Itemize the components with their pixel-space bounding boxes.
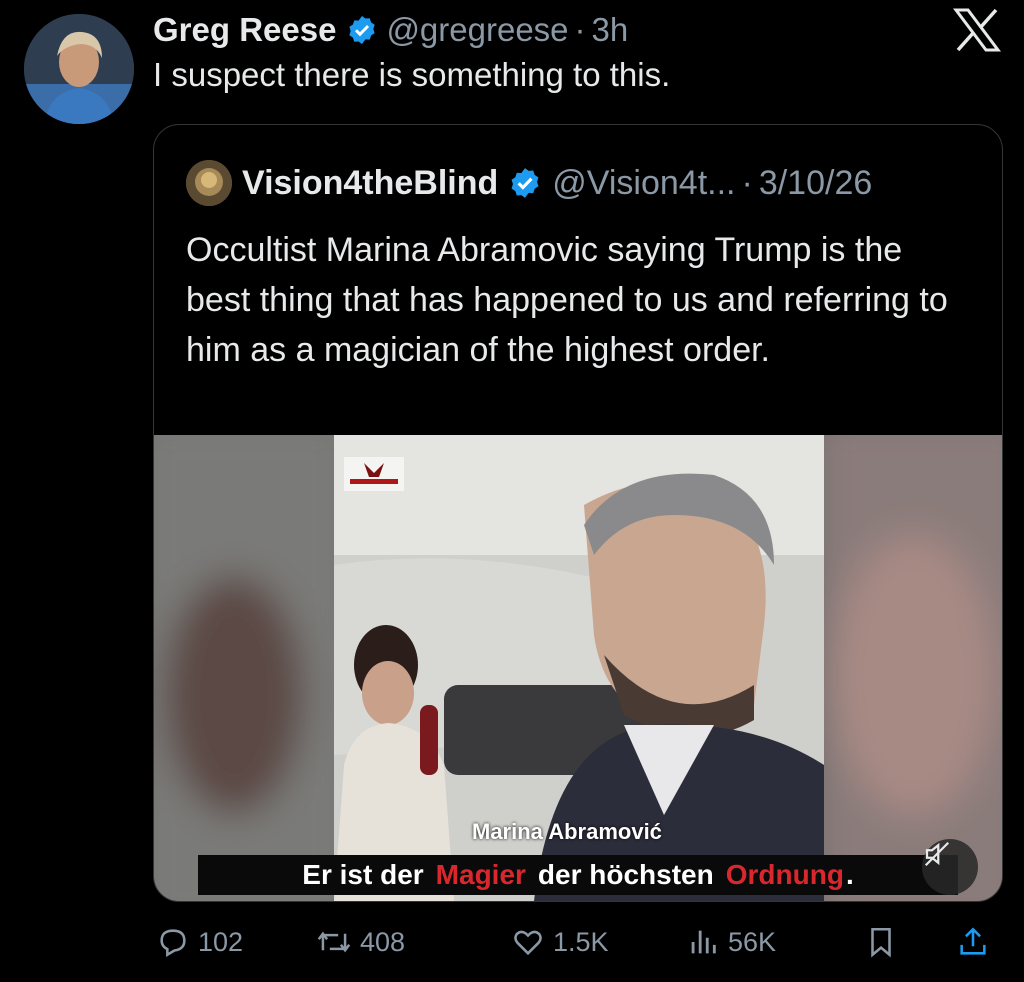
quoted-author-name: Vision4theBlind bbox=[242, 163, 499, 202]
x-logo-icon[interactable] bbox=[952, 8, 1002, 52]
video-name-caption: Marina Abramović bbox=[472, 819, 662, 844]
share-icon bbox=[960, 927, 986, 955]
like-icon bbox=[514, 930, 542, 956]
video-player[interactable]: Marina Abramović Er ist der Magier der h… bbox=[154, 435, 1002, 901]
quoted-tweet[interactable]: Vision4theBlind @Vision4t... · 3/10/26 O… bbox=[153, 124, 1003, 902]
tweet-header: Greg Reese @gregreese · 3h bbox=[153, 8, 628, 52]
quoted-author-handle: @Vision4t... bbox=[552, 163, 736, 202]
repost-icon bbox=[317, 931, 351, 953]
repost-button[interactable]: 408 bbox=[316, 918, 405, 966]
quoted-tweet-text: Occultist Marina Abramovic saying Trump … bbox=[186, 231, 948, 369]
like-count: 1.5K bbox=[553, 926, 609, 957]
subtitle-part: der höchsten bbox=[537, 859, 714, 890]
reply-icon bbox=[160, 929, 186, 958]
subtitle-part: . bbox=[845, 859, 854, 890]
quoted-tweet-date: 3/10/26 bbox=[758, 163, 873, 202]
views-count: 56K bbox=[728, 926, 777, 957]
verified-icon bbox=[349, 16, 376, 44]
views-icon bbox=[691, 930, 716, 954]
reply-count: 102 bbox=[198, 926, 244, 957]
quoted-author-avatar bbox=[186, 160, 232, 206]
bookmark-button[interactable] bbox=[864, 918, 906, 966]
author-handle[interactable]: @gregreese bbox=[386, 11, 568, 49]
verified-icon bbox=[511, 168, 539, 198]
subtitle-part: Ordnung bbox=[725, 859, 844, 890]
repost-count: 408 bbox=[360, 926, 406, 957]
tweet-text: I suspect there is something to this. bbox=[153, 56, 671, 93]
quoted-tweet-header: Vision4theBlind @Vision4t... · 3/10/26 bbox=[186, 157, 872, 209]
mute-icon bbox=[924, 841, 950, 867]
separator-dot: · bbox=[741, 163, 753, 202]
author-avatar[interactable] bbox=[24, 14, 134, 124]
author-name[interactable]: Greg Reese bbox=[153, 11, 336, 49]
like-button[interactable]: 1.5K bbox=[511, 918, 609, 966]
reply-button[interactable]: 102 bbox=[156, 918, 243, 966]
video-subtitle: Er ist der Magier der höchsten Ordnung . bbox=[198, 855, 958, 895]
separator-dot: · bbox=[574, 11, 586, 48]
action-bar: 102 408 1.5K 56K bbox=[156, 918, 1004, 966]
share-button[interactable] bbox=[956, 918, 998, 966]
subtitle-part: Magier bbox=[435, 859, 526, 890]
tweet-time[interactable]: 3h bbox=[592, 11, 629, 49]
views-button[interactable]: 56K bbox=[686, 918, 776, 966]
mute-button[interactable] bbox=[922, 839, 978, 895]
subtitle-part: Er ist der bbox=[302, 859, 424, 890]
bookmark-icon bbox=[871, 927, 891, 958]
